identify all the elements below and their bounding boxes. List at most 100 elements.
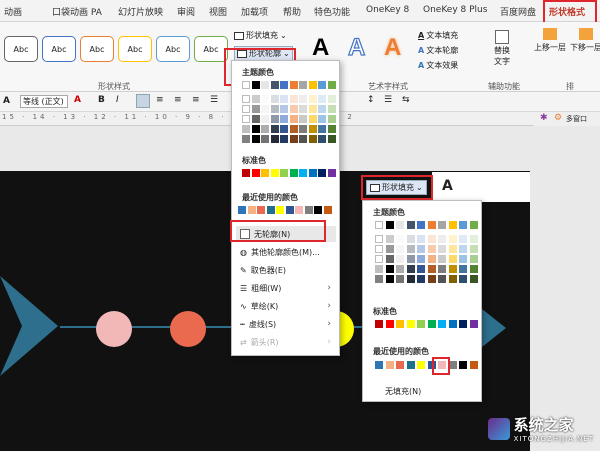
outline-theme-swatch[interactable] xyxy=(327,135,336,143)
wordart-black-a[interactable]: A xyxy=(312,34,329,62)
outline-theme-swatch[interactable] xyxy=(318,125,326,133)
fill-standard-swatch[interactable] xyxy=(385,320,394,328)
fill-theme-swatch[interactable] xyxy=(459,245,467,253)
style-preset-5[interactable]: Abc xyxy=(156,36,190,62)
outline-theme-swatch[interactable] xyxy=(261,125,269,133)
outline-theme-swatch[interactable] xyxy=(270,135,279,143)
fill-theme-swatch[interactable] xyxy=(469,255,478,263)
tab-review[interactable]: 审阅 xyxy=(177,5,195,18)
tab-view[interactable]: 视图 xyxy=(209,5,227,18)
fill-recent-swatch[interactable] xyxy=(469,361,478,369)
outline-theme-swatch[interactable] xyxy=(289,115,298,123)
fill-theme-swatch[interactable] xyxy=(396,255,404,263)
fill-recent-swatch[interactable] xyxy=(396,361,404,369)
fill-theme-swatch[interactable] xyxy=(385,221,394,229)
outline-theme-swatch[interactable] xyxy=(261,95,269,103)
tab-baidu-netdisk[interactable]: 百度网盘 xyxy=(500,5,536,18)
outline-recent-swatch[interactable] xyxy=(266,206,275,214)
fill-theme-swatch[interactable] xyxy=(459,221,467,229)
left-arrow-shape[interactable] xyxy=(0,276,60,376)
outline-theme-swatch[interactable] xyxy=(289,135,298,143)
fill-menu-header-button[interactable]: 形状填充 ⌄ xyxy=(366,180,427,195)
fill-theme-swatch[interactable] xyxy=(438,235,446,243)
fill-theme-swatch[interactable] xyxy=(396,235,404,243)
addin-icon[interactable]: ✱ xyxy=(540,113,548,123)
fill-theme-swatch[interactable] xyxy=(396,275,404,283)
fill-theme-swatch[interactable] xyxy=(406,275,415,283)
no-fill-item[interactable]: 无填充(N) xyxy=(385,386,421,397)
fill-theme-swatch[interactable] xyxy=(469,265,478,273)
outline-standard-swatch[interactable] xyxy=(251,169,260,177)
indent-icon[interactable]: ☰ xyxy=(384,95,392,105)
tab-animation[interactable]: 动画 xyxy=(4,5,22,18)
fill-theme-swatch[interactable] xyxy=(438,265,446,273)
fill-theme-swatch[interactable] xyxy=(469,275,478,283)
outline-standard-swatch[interactable] xyxy=(318,169,326,177)
outline-theme-swatch[interactable] xyxy=(261,105,269,113)
outline-theme-swatch[interactable] xyxy=(289,95,298,103)
outline-theme-swatch[interactable] xyxy=(270,115,279,123)
outline-theme-swatch[interactable] xyxy=(299,135,307,143)
outline-standard-swatch[interactable] xyxy=(299,169,307,177)
fill-theme-swatch[interactable] xyxy=(469,235,478,243)
shape-fill-button[interactable]: 形状填充 ⌄ xyxy=(234,30,287,41)
outline-recent-swatch[interactable] xyxy=(247,206,256,214)
outline-theme-swatch[interactable] xyxy=(327,81,336,89)
style-preset-2[interactable]: Abc xyxy=(42,36,76,62)
outline-theme-swatch[interactable] xyxy=(308,115,317,123)
outline-theme-swatch[interactable] xyxy=(318,135,326,143)
fill-theme-swatch[interactable] xyxy=(427,275,436,283)
sketch-item[interactable]: ∿ 草绘(K) xyxy=(240,301,278,312)
fill-theme-swatch[interactable] xyxy=(438,255,446,263)
bold-icon[interactable]: B xyxy=(98,95,105,105)
align-right-icon[interactable]: ≡ xyxy=(174,95,182,105)
fill-theme-swatch[interactable] xyxy=(448,275,457,283)
outline-standard-swatch[interactable] xyxy=(308,169,317,177)
outline-theme-swatch[interactable] xyxy=(270,125,279,133)
fill-theme-swatch[interactable] xyxy=(459,275,467,283)
tab-slideshow[interactable]: 幻灯片放映 xyxy=(118,5,163,18)
outline-theme-swatch[interactable] xyxy=(261,135,269,143)
outline-theme-swatch[interactable] xyxy=(242,115,250,123)
outline-recent-swatch[interactable] xyxy=(238,206,246,214)
fill-theme-swatch[interactable] xyxy=(417,265,425,273)
outline-theme-swatch[interactable] xyxy=(251,95,260,103)
outline-standard-swatch[interactable] xyxy=(261,169,269,177)
fill-theme-swatch[interactable] xyxy=(396,245,404,253)
tab-addins[interactable]: 加载项 xyxy=(241,5,268,18)
multi-window-button[interactable]: 多窗口 xyxy=(566,114,587,124)
circle-orange[interactable] xyxy=(170,311,206,347)
eyedropper-item[interactable]: ✎ 取色器(E) xyxy=(240,265,286,276)
tab-pocket-animation[interactable]: 口袋动画 PA xyxy=(52,5,102,18)
fill-theme-swatch[interactable] xyxy=(459,255,467,263)
fill-theme-swatch[interactable] xyxy=(427,235,436,243)
text-effects-button[interactable]: A 文本效果 xyxy=(418,60,458,71)
fill-theme-swatch[interactable] xyxy=(427,245,436,253)
tab-special[interactable]: 特色功能 xyxy=(314,5,350,18)
outline-theme-swatch[interactable] xyxy=(308,105,317,113)
fill-theme-swatch[interactable] xyxy=(469,221,478,229)
tab-help[interactable]: 帮助 xyxy=(283,5,301,18)
outline-theme-swatch[interactable] xyxy=(270,95,279,103)
fill-theme-swatch[interactable] xyxy=(427,265,436,273)
fill-recent-swatch[interactable] xyxy=(375,361,383,369)
font-color-icon[interactable]: A xyxy=(74,95,81,105)
outline-standard-swatch[interactable] xyxy=(270,169,279,177)
fill-theme-swatch[interactable] xyxy=(448,235,457,243)
outline-standard-swatch[interactable] xyxy=(327,169,336,177)
outline-theme-swatch[interactable] xyxy=(318,81,326,89)
font-size-icon[interactable]: A xyxy=(3,96,10,106)
outline-theme-swatch[interactable] xyxy=(280,81,288,89)
circle-pink[interactable] xyxy=(96,311,132,347)
fill-standard-swatch[interactable] xyxy=(448,320,457,328)
fill-theme-swatch[interactable] xyxy=(438,245,446,253)
fill-theme-swatch[interactable] xyxy=(417,235,425,243)
settings-icon[interactable]: ⚙ xyxy=(554,113,562,123)
outline-theme-swatch[interactable] xyxy=(242,125,250,133)
outline-theme-swatch[interactable] xyxy=(242,81,250,89)
columns-icon[interactable]: ⇆ xyxy=(402,95,410,105)
outline-standard-swatch[interactable] xyxy=(289,169,298,177)
outline-theme-swatch[interactable] xyxy=(270,81,279,89)
outline-standard-swatch[interactable] xyxy=(280,169,288,177)
fill-theme-swatch[interactable] xyxy=(448,245,457,253)
